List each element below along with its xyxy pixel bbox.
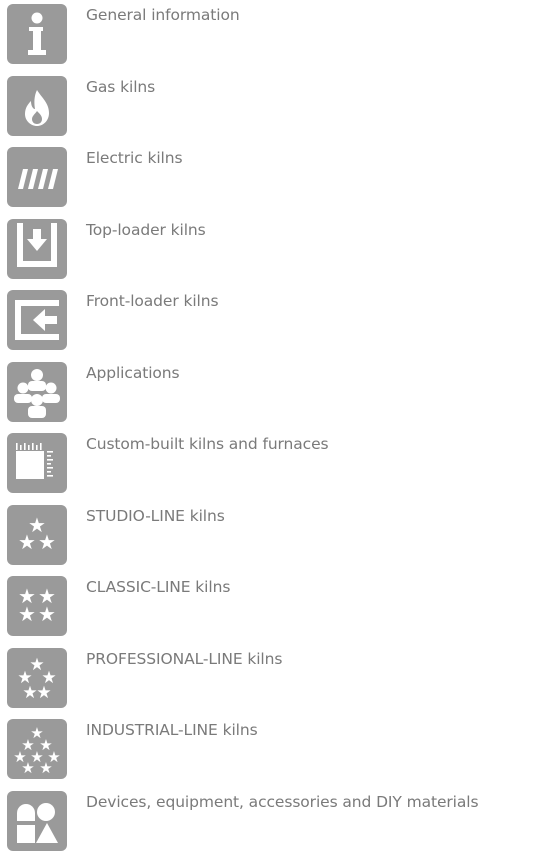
people-group-icon	[7, 362, 67, 422]
menu-item-label: Top-loader kilns	[86, 221, 206, 239]
menu-item-front-loader-kilns[interactable]: Front-loader kilns	[7, 286, 542, 358]
svg-text:★: ★	[18, 602, 36, 626]
menu-item-general-information[interactable]: General information	[7, 0, 542, 72]
four-stars-icon: ★ ★ ★ ★	[7, 576, 67, 636]
menu-item-label: PROFESSIONAL-LINE kilns	[86, 650, 282, 668]
six-stars-icon: ★ ★ ★ ★ ★ ★ ★ ★	[7, 719, 67, 779]
menu-item-studio-line-kilns[interactable]: ★ ★ ★ STUDIO-LINE kilns	[7, 501, 542, 573]
svg-text:★: ★	[22, 683, 37, 703]
menu-item-applications[interactable]: Applications	[7, 358, 542, 430]
menu-item-gas-kilns[interactable]: Gas kilns	[7, 72, 542, 144]
heating-elements-icon	[7, 147, 67, 207]
menu-item-label: Applications	[86, 364, 179, 382]
top-loader-icon	[7, 219, 67, 279]
menu-item-label: CLASSIC-LINE kilns	[86, 578, 230, 596]
info-icon	[7, 4, 67, 64]
menu-item-custom-built-kilns[interactable]: Custom-built kilns and furnaces	[7, 429, 542, 501]
menu-item-label: Devices, equipment, accessories and DIY …	[86, 793, 478, 811]
menu-item-classic-line-kilns[interactable]: ★ ★ ★ ★ CLASSIC-LINE kilns	[7, 572, 542, 644]
menu-item-label: General information	[86, 6, 240, 24]
menu-item-top-loader-kilns[interactable]: Top-loader kilns	[7, 215, 542, 287]
svg-text:★: ★	[21, 759, 34, 777]
menu-item-label: Electric kilns	[86, 149, 182, 167]
menu-item-electric-kilns[interactable]: Electric kilns	[7, 143, 542, 215]
menu-item-label: Custom-built kilns and furnaces	[86, 435, 329, 453]
menu-item-label: Gas kilns	[86, 78, 155, 96]
svg-text:★: ★	[38, 530, 56, 554]
menu-item-label: INDUSTRIAL-LINE kilns	[86, 721, 258, 739]
custom-build-icon	[7, 433, 67, 493]
menu-item-label: Front-loader kilns	[86, 292, 218, 310]
menu-item-label: STUDIO-LINE kilns	[86, 507, 225, 525]
svg-text:★: ★	[18, 530, 36, 554]
five-stars-icon: ★ ★ ★ ★ ★	[7, 648, 67, 708]
kiln-category-list: General information Gas kilns Electric k…	[7, 0, 542, 858]
flame-icon	[7, 76, 67, 136]
menu-item-professional-line-kilns[interactable]: ★ ★ ★ ★ ★ PROFESSIONAL-LINE kilns	[7, 644, 542, 716]
three-stars-icon: ★ ★ ★	[7, 505, 67, 565]
svg-text:★: ★	[39, 759, 52, 777]
menu-item-industrial-line-kilns[interactable]: ★ ★ ★ ★ ★ ★ ★ ★ INDUSTRIAL-LINE kilns	[7, 715, 542, 787]
svg-text:★: ★	[38, 602, 56, 626]
svg-text:★: ★	[36, 683, 51, 703]
shapes-icon	[7, 791, 67, 851]
front-loader-icon	[7, 290, 67, 350]
menu-item-devices-equipment[interactable]: Devices, equipment, accessories and DIY …	[7, 787, 542, 858]
